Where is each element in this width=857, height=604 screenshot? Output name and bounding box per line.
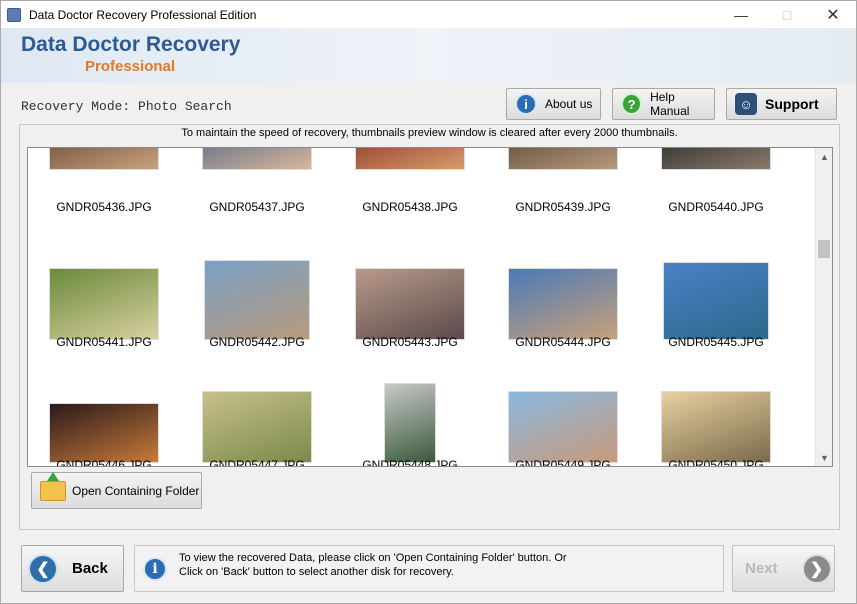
about-us-button[interactable]: i About us (506, 88, 601, 120)
thumbnail-item[interactable]: GNDR05437.JPG (181, 148, 333, 248)
thumbnail-item[interactable]: GNDR05445.JPG (640, 251, 792, 371)
thumbnail-item[interactable]: GNDR05444.JPG (487, 251, 639, 371)
scroll-down-icon[interactable]: ▼ (816, 449, 832, 466)
recovery-mode-label: Recovery Mode: Photo Search (21, 99, 232, 114)
thumbnail-item[interactable]: GNDR05440.JPG (640, 148, 792, 248)
thumbnail-image[interactable] (661, 148, 771, 170)
next-button: Next ❯ (732, 545, 835, 592)
minimize-icon[interactable]: — (718, 1, 764, 28)
thumbnail-image[interactable] (202, 148, 312, 170)
thumbnail-filename: GNDR05446.JPG (56, 458, 152, 467)
open-containing-folder-button[interactable]: Open Containing Folder (31, 471, 202, 509)
thumbnail-item[interactable]: GNDR05438.JPG (334, 148, 486, 248)
info-box: i To view the recovered Data, please cli… (134, 545, 724, 592)
notice-text: To maintain the speed of recovery, thumb… (181, 127, 678, 139)
thumbnail-image[interactable] (202, 391, 312, 463)
thumbnail-filename: GNDR05449.JPG (515, 458, 611, 467)
thumbnail-grid[interactable]: GNDR05450.JPG GNDR05449.JPG GNDR05448.JPG G… (27, 147, 833, 467)
thumbnail-filename: GNDR05441.JPG (56, 335, 152, 349)
thumbnail-filename: GNDR05437.JPG (209, 200, 305, 214)
thumbnail-item[interactable]: GNDR05446.JPG (28, 374, 180, 467)
thumbnail-filename: GNDR05440.JPG (668, 200, 764, 214)
thumbnail-image[interactable] (355, 268, 465, 340)
scroll-up-icon[interactable]: ▲ (816, 148, 832, 165)
brand-header: Data Doctor Recovery Professional (1, 28, 856, 83)
support-label: Support (765, 96, 819, 112)
app-window: Data Doctor Recovery Professional Editio… (0, 0, 857, 604)
support-person-icon: ☺ (735, 93, 757, 115)
thumbnail-item[interactable]: GNDR05447.JPG (181, 374, 333, 467)
thumbnail-image[interactable] (355, 148, 465, 170)
help-manual-button[interactable]: ? Help Manual (612, 88, 715, 120)
thumbnail-image[interactable] (661, 391, 771, 463)
support-button[interactable]: ☺ Support (726, 88, 837, 120)
next-label: Next (745, 560, 778, 577)
thumbnail-filename: GNDR05444.JPG (515, 335, 611, 349)
window-title: Data Doctor Recovery Professional Editio… (29, 7, 257, 22)
thumbnail-filename: GNDR05448.JPG (362, 458, 458, 467)
scroll-thumb[interactable] (818, 240, 830, 258)
arrow-left-icon: ❮ (28, 553, 58, 584)
thumbnail-filename: GNDR05443.JPG (362, 335, 458, 349)
thumbnail-filename: GNDR05447.JPG (209, 458, 305, 467)
thumbnail-item[interactable]: GNDR05442.JPG (181, 251, 333, 371)
folder-icon (40, 471, 66, 501)
maximize-icon[interactable]: □ (764, 1, 810, 28)
thumbnail-image[interactable] (508, 391, 618, 463)
thumbnail-image[interactable] (663, 262, 769, 340)
thumbnail-filename: GNDR05438.JPG (362, 200, 458, 214)
thumbnail-image[interactable] (204, 260, 310, 340)
thumbnail-item[interactable]: GNDR05439.JPG (487, 148, 639, 248)
thumbnail-filename: GNDR05436.JPG (56, 200, 152, 214)
thumbnail-filename: GNDR05450.JPG (668, 458, 764, 467)
app-icon (7, 7, 21, 22)
vertical-scrollbar[interactable]: ▲ ▼ (815, 148, 832, 466)
thumbnail-item[interactable]: GNDR05449.JPG (487, 374, 639, 467)
info-line-1: To view the recovered Data, please click… (179, 552, 567, 564)
back-label: Back (72, 560, 108, 577)
arrow-right-icon: ❯ (801, 553, 832, 584)
thumbnail-filename: GNDR05442.JPG (209, 335, 305, 349)
thumbnail-item[interactable]: GNDR05448.JPG (334, 374, 486, 467)
mode-bar: Recovery Mode: Photo Search i About us ?… (1, 83, 856, 125)
thumbnail-image[interactable] (508, 148, 618, 170)
thumbnail-image[interactable] (49, 403, 159, 463)
thumbnail-filename: GNDR05439.JPG (515, 200, 611, 214)
info-icon: i (515, 93, 537, 115)
brand-subtitle: Professional (85, 58, 176, 75)
title-bar: Data Doctor Recovery Professional Editio… (1, 1, 856, 28)
thumbnail-item[interactable]: GNDR05443.JPG (334, 251, 486, 371)
brand-title: Data Doctor Recovery (21, 33, 241, 56)
info-line-2: Click on 'Back' button to select another… (179, 566, 454, 578)
thumbnail-image[interactable] (49, 148, 159, 170)
question-icon: ? (621, 93, 643, 115)
close-icon[interactable]: ✕ (810, 1, 856, 28)
help-manual-label: Help Manual (650, 90, 690, 118)
about-us-label: About us (545, 97, 593, 111)
results-panel: To maintain the speed of recovery, thumb… (19, 124, 840, 530)
back-button[interactable]: ❮ Back (21, 545, 124, 592)
thumbnail-item[interactable]: GNDR05436.JPG (28, 148, 180, 248)
thumbnail-image[interactable] (508, 268, 618, 340)
thumbnail-item[interactable]: GNDR05450.JPG (640, 374, 792, 467)
info-icon: i (143, 557, 167, 581)
thumbnail-filename: GNDR05445.JPG (668, 335, 764, 349)
thumbnail-item[interactable]: GNDR05441.JPG (28, 251, 180, 371)
thumbnail-image[interactable] (49, 268, 159, 340)
thumbnail-image[interactable] (384, 383, 436, 463)
open-folder-label: Open Containing Folder (72, 483, 200, 498)
